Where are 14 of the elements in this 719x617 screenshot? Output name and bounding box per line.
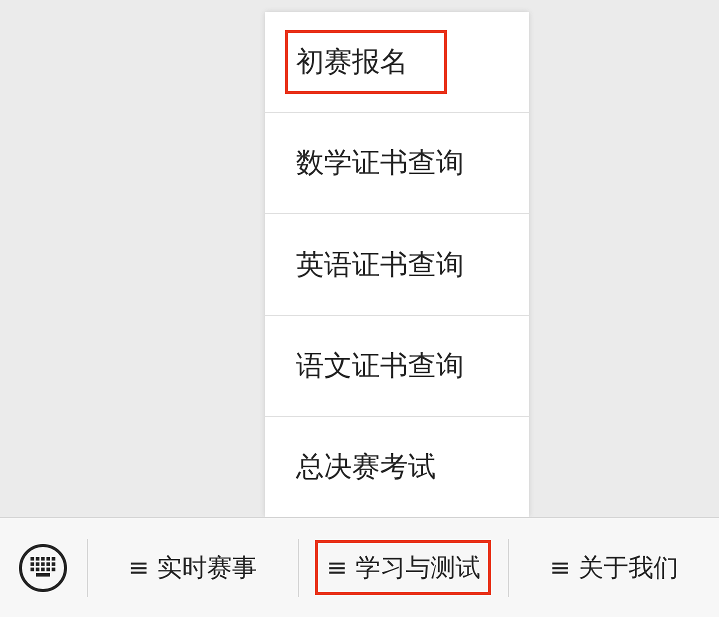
menu-item-label: 语文证书查询 bbox=[295, 348, 465, 384]
menu-item-label: 初赛报名 bbox=[285, 30, 447, 94]
keyboard-icon[interactable] bbox=[18, 542, 68, 592]
menu-item[interactable]: 英语证书查询 bbox=[265, 214, 529, 316]
menu-tab[interactable]: ≡ 实时赛事 bbox=[117, 540, 268, 595]
menu-item[interactable]: 初赛报名 bbox=[265, 12, 529, 114]
menu-item-label: 英语证书查询 bbox=[295, 246, 465, 282]
menu-item-label: 总决赛考试 bbox=[294, 448, 437, 485]
menu-item[interactable]: 总决赛考试 bbox=[265, 416, 529, 518]
menu-tab[interactable]: ≡ 关于我们 bbox=[538, 540, 690, 595]
menu-item[interactable]: 语文证书查询 bbox=[265, 316, 529, 417]
menu-item-label: 数学证书查询 bbox=[295, 145, 465, 182]
menu-tab[interactable]: ≡ 学习与测试 bbox=[315, 540, 492, 595]
menu-item[interactable]: 数学证书查询 bbox=[265, 113, 529, 214]
